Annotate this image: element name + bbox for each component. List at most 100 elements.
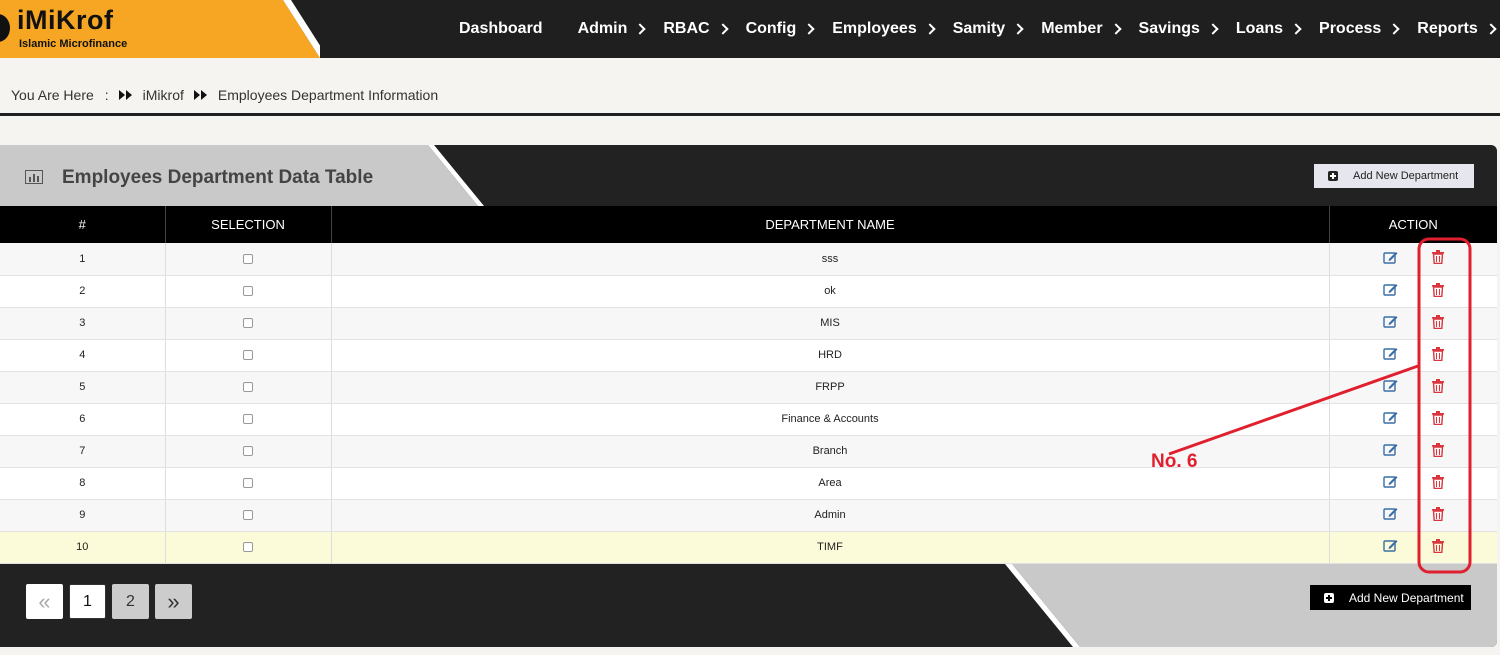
table-row[interactable]: 6 Finance & Accounts	[0, 403, 1497, 436]
column-header-action: ACTION	[1329, 206, 1497, 243]
delete-trash-icon[interactable]	[1431, 314, 1444, 332]
delete-trash-icon[interactable]	[1431, 506, 1444, 524]
chevron-right-icon	[634, 23, 647, 35]
row-select-checkbox[interactable]	[243, 253, 253, 264]
row-selection-cell	[165, 307, 332, 340]
department-name-cell: Admin	[331, 499, 1330, 532]
row-number: 5	[0, 371, 166, 404]
row-select-checkbox[interactable]	[243, 446, 253, 457]
nav-item-label: Process	[1319, 20, 1382, 37]
nav-item-samity[interactable]: Samity	[953, 20, 1024, 38]
edit-icon[interactable]	[1383, 475, 1398, 491]
edit-icon[interactable]	[1383, 411, 1398, 427]
row-selection-cell	[165, 371, 332, 404]
panel-title: Employees Department Data Table	[62, 167, 374, 188]
delete-trash-icon[interactable]	[1431, 282, 1444, 300]
row-selection-cell	[165, 243, 332, 276]
edit-icon[interactable]	[1383, 283, 1398, 299]
add-department-button[interactable]: Add New Department	[1314, 164, 1474, 188]
chevron-right-icon	[803, 23, 815, 35]
nav-item-label: Samity	[952, 20, 1006, 37]
breadcrumb-item-home[interactable]: iMikrof	[143, 87, 184, 103]
nav-item-savings[interactable]: Savings	[1139, 20, 1219, 38]
add-department-button-bottom[interactable]: Add New Department	[1310, 585, 1471, 610]
breadcrumb-separator: :	[104, 87, 109, 103]
delete-trash-icon[interactable]	[1431, 410, 1444, 428]
delete-trash-icon[interactable]	[1431, 346, 1444, 364]
breadcrumb-item-current: Employees Department Information	[217, 87, 439, 103]
nav-item-process[interactable]: Process	[1319, 20, 1400, 38]
row-number: 9	[0, 499, 166, 532]
row-actions	[1329, 307, 1497, 340]
row-selection-cell	[165, 499, 332, 532]
row-select-checkbox[interactable]	[243, 414, 253, 425]
edit-icon[interactable]	[1383, 347, 1398, 363]
pagination: « 1 2 »	[26, 584, 192, 619]
row-select-checkbox[interactable]	[243, 478, 253, 489]
table-row[interactable]: 5 FRPP	[0, 371, 1497, 404]
row-number: 10	[0, 531, 166, 564]
table-row[interactable]: 7 Branch	[0, 435, 1497, 468]
delete-trash-icon[interactable]	[1431, 538, 1444, 556]
breadcrumb-divider	[0, 113, 1500, 116]
table-row[interactable]: 10 TIMF	[0, 531, 1497, 564]
table-row[interactable]: 4 HRD	[0, 339, 1497, 372]
pagination-page-1[interactable]: 1	[69, 584, 106, 619]
nav-item-label: Dashboard	[459, 20, 543, 37]
row-select-checkbox[interactable]	[243, 318, 253, 329]
row-select-checkbox[interactable]	[243, 542, 253, 553]
row-select-checkbox[interactable]	[243, 350, 253, 361]
nav-item-rbac[interactable]: RBAC	[663, 20, 729, 38]
logo-title[interactable]: iMiKrof	[17, 5, 113, 36]
nav-item-reports[interactable]: Reports	[1417, 20, 1497, 38]
main-nav: Dashboard Admin RBAC Config Employees Samity M…	[459, 0, 1497, 58]
nav-item-employees[interactable]: Employees	[832, 20, 936, 38]
pagination-page-2[interactable]: 2	[112, 584, 149, 619]
table-row[interactable]: 9 Admin	[0, 499, 1497, 532]
delete-trash-icon[interactable]	[1431, 442, 1444, 460]
nav-item-member[interactable]: Member	[1041, 20, 1122, 38]
edit-icon[interactable]	[1383, 315, 1398, 331]
column-header-number[interactable]: #	[0, 206, 166, 243]
edit-icon[interactable]	[1383, 443, 1398, 459]
row-number: 7	[0, 435, 166, 468]
row-actions	[1329, 339, 1497, 372]
chevron-right-icon	[1290, 23, 1302, 35]
row-actions	[1329, 435, 1497, 468]
edit-icon[interactable]	[1383, 251, 1398, 267]
row-select-checkbox[interactable]	[243, 510, 253, 521]
pagination-prev-button[interactable]: «	[26, 584, 63, 619]
edit-icon[interactable]	[1383, 539, 1398, 555]
delete-trash-icon[interactable]	[1431, 378, 1444, 396]
edit-icon[interactable]	[1383, 507, 1398, 523]
row-number: 8	[0, 467, 166, 500]
delete-trash-icon[interactable]	[1431, 250, 1444, 267]
column-header-selection[interactable]: SELECTION	[165, 206, 332, 243]
table-row[interactable]: 8 Area	[0, 467, 1497, 500]
department-name-cell: sss	[331, 243, 1330, 276]
delete-trash-icon[interactable]	[1431, 474, 1444, 492]
row-select-checkbox[interactable]	[243, 382, 253, 393]
table-row[interactable]: 3 MIS	[0, 307, 1497, 340]
row-number: 3	[0, 307, 166, 340]
row-select-checkbox[interactable]	[243, 286, 253, 297]
chevron-right-icon	[924, 23, 936, 35]
top-navbar: iMiKrof Islamic Microfinance Dashboard Ad…	[0, 0, 1500, 58]
nav-item-loans[interactable]: Loans	[1236, 20, 1302, 38]
row-selection-cell	[165, 275, 332, 308]
row-selection-cell	[165, 403, 332, 436]
annotation-label: No. 6	[1151, 451, 1198, 472]
nav-item-config[interactable]: Config	[746, 20, 816, 38]
plus-square-icon	[1324, 592, 1334, 603]
chevron-right-icon	[1388, 23, 1400, 35]
row-number: 6	[0, 403, 166, 436]
row-actions	[1329, 403, 1497, 436]
table-row[interactable]: 2 ok	[0, 275, 1497, 308]
edit-icon[interactable]	[1383, 379, 1398, 395]
nav-item-label: RBAC	[663, 20, 710, 37]
column-header-department-name[interactable]: DEPARTMENT NAME	[331, 206, 1330, 243]
nav-item-dashboard[interactable]: Dashboard	[459, 20, 543, 38]
nav-item-admin[interactable]: Admin	[578, 20, 647, 38]
table-row[interactable]: 1 sss	[0, 243, 1497, 276]
pagination-next-button[interactable]: »	[155, 584, 192, 619]
